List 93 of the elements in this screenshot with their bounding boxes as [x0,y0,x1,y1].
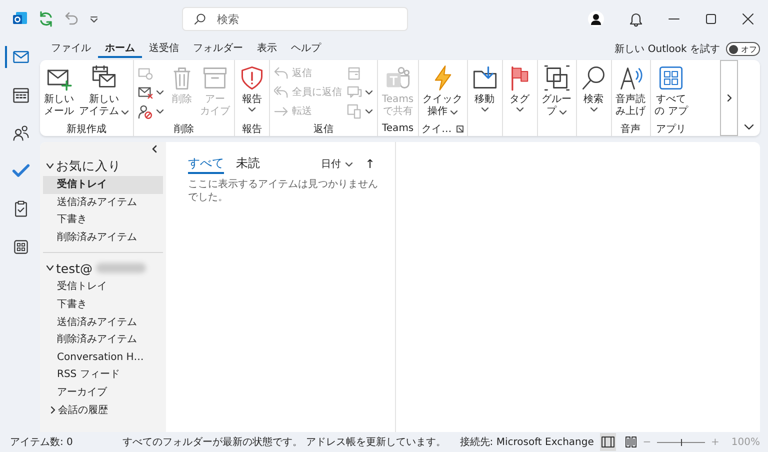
group-label: Teams [382,123,414,134]
maximize-icon[interactable] [705,13,717,25]
item-count: アイテム数: 0 [10,436,74,449]
avatar-icon[interactable] [588,11,604,27]
apps-icon [12,238,30,256]
chevron-down-icon [46,162,54,170]
zoom-level: 100% [731,436,760,448]
group-label: 報告 [242,122,262,136]
normal-view-icon [601,435,616,449]
ribbon-button[interactable] [136,103,166,119]
caret-icon [344,160,353,168]
folder-item[interactable]: RSS フィード [43,366,163,384]
clipboard-check-icon [12,200,30,218]
mail-icon [12,48,30,66]
ribbon-button[interactable]: タグ [504,63,535,121]
calendar-icon [347,66,362,80]
folder-item[interactable]: 削除済みアイテム [43,331,163,349]
ribbon-button[interactable]: グルー プ [540,63,574,121]
folder-item[interactable]: 受信トレイ [43,176,163,194]
chevron-down-icon[interactable] [744,124,754,130]
apps-grid-icon [658,65,684,91]
chat-bubble-icon [347,84,362,100]
ribbon-button[interactable]: 新しい メール [42,63,76,121]
menu-tab[interactable]: 送受信 [142,40,186,58]
ribbon-button[interactable]: すべて の アプ [652,63,690,121]
group-label: クイ… [422,122,452,136]
folder-item[interactable]: Conversation H… [43,348,163,366]
folder-section-header[interactable]: お気に入り [43,156,163,176]
customize-caret-icon[interactable] [90,16,98,22]
empty-message: ここに表示するアイテムは見つかりませんでした。 [188,178,379,204]
ribbon-button[interactable]: 報告 [237,63,267,121]
group-label: 返信 [314,122,334,136]
app-logo-icon [12,11,28,27]
menu-tab[interactable]: フォルダー [186,40,250,58]
sort-direction-button[interactable]: ↑ [364,157,385,171]
folder-item[interactable]: 削除済みアイテム [43,228,163,246]
reading-view-icon [624,435,638,449]
close-icon[interactable] [742,13,754,25]
ribbon-button[interactable]: 新しい アイテム [77,63,131,121]
folder-item[interactable]: 会話の履歴 [43,402,163,420]
ribbon-button[interactable]: 検索 [578,63,609,121]
envelope-x-icon [138,84,153,100]
person-block-icon [138,104,153,118]
ribbon-button[interactable]: 音声読 み上げ [614,63,648,121]
search-icon [194,13,206,25]
search-icon [580,65,607,91]
folder-item[interactable]: 受信トレイ [43,278,163,296]
sort-button[interactable]: 日付 [320,157,353,171]
ribbon-button[interactable]: 移動 [470,63,500,121]
chevron-right-icon [726,94,732,102]
folder-item[interactable]: 送信済みアイテム [43,194,163,212]
status-message: すべてのフォルダーが最新の状態です。 アドレス帳を更新しています。 [122,436,446,449]
folder-item[interactable]: 下書き [43,296,163,314]
people-icon [12,124,30,142]
read-aloud-icon [618,65,644,91]
chevron-down-icon [46,264,54,272]
shield-icon [239,65,265,91]
menu-tab[interactable]: ヘルプ [284,40,328,58]
toggle-switch[interactable]: オフ [726,42,760,56]
menu-tab[interactable]: 表示 [250,40,284,58]
reply-arrow-icon [274,66,289,80]
group-label: アプリ [656,122,686,136]
team-icon [384,65,411,91]
group-squares-icon [544,65,570,91]
toggle-label: 新しい Outlook を試す [614,42,720,56]
folder-item[interactable]: アーカイブ [43,384,163,402]
filter-tab[interactable]: 未読 [236,154,260,174]
folder-section-header[interactable]: test@ [43,258,163,278]
folder-item[interactable]: 送信済みアイテム [43,314,163,332]
dialog-launcher-icon[interactable] [456,124,464,132]
ribbon-button[interactable] [136,84,166,100]
group-label: 削除 [174,122,194,136]
search-field[interactable]: 検索 [182,7,408,31]
menu-tab[interactable]: ファイル [44,40,98,58]
sync-icon[interactable] [38,11,54,27]
folder-item[interactable]: 下書き [43,211,163,229]
menu-tab[interactable]: ホーム [98,40,142,58]
chevron-right-icon [50,406,56,414]
group-label: 新規作成 [66,122,106,136]
envelope-block-icon [138,66,153,80]
checkmark-icon [12,162,30,180]
group-label: 音声 [620,122,641,136]
ribbon-button[interactable]: クイック 操作 [420,63,465,121]
collapse-chevron-icon[interactable] [151,145,157,153]
view-button[interactable] [600,433,616,451]
calendar-icon [12,86,30,104]
reply-all-icon [274,84,289,100]
filter-tab[interactable]: すべて [188,154,224,174]
connection-status: 接続先: Microsoft Exchange [460,436,594,449]
folder-arrow-icon [472,65,498,91]
bell-icon[interactable] [629,11,643,27]
devices-icon [347,104,362,118]
archive-box-icon [202,65,228,91]
